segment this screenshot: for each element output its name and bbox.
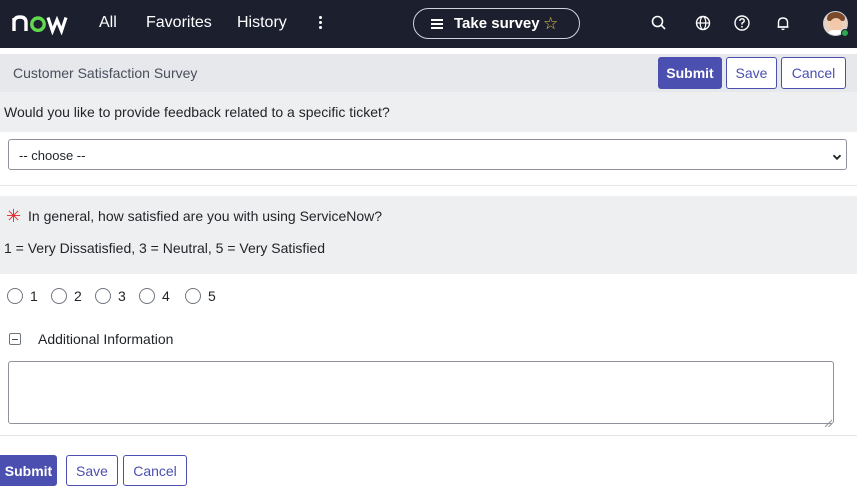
resize-handle-icon[interactable] xyxy=(824,414,833,428)
favorite-star-icon[interactable]: ☆ xyxy=(543,14,558,34)
radio-button[interactable] xyxy=(95,288,111,304)
save-button-top[interactable]: Save xyxy=(726,57,777,89)
collapse-icon[interactable] xyxy=(9,333,21,345)
help-icon[interactable] xyxy=(733,14,751,32)
question-ticket-feedback: Would you like to provide feedback relat… xyxy=(0,92,857,132)
submit-button-top[interactable]: Submit xyxy=(658,57,722,89)
question-text: In general, how satisfied are you with u… xyxy=(28,208,383,224)
list-icon xyxy=(431,19,443,29)
select-value: -- choose -- xyxy=(19,148,86,163)
divider xyxy=(0,435,857,436)
submit-button-bottom[interactable]: Submit xyxy=(0,455,57,486)
nav-all[interactable]: All xyxy=(99,14,117,32)
presence-status-icon xyxy=(841,29,849,37)
radio-label: 3 xyxy=(118,288,126,304)
required-icon: ✳ xyxy=(6,206,22,226)
top-navigation: All Favorites History Take survey ☆ xyxy=(0,0,857,48)
context-pill[interactable]: Take survey ☆ xyxy=(413,8,580,39)
more-menu-icon[interactable] xyxy=(312,14,328,34)
ticket-select[interactable]: -- choose -- xyxy=(8,139,847,170)
servicenow-logo[interactable] xyxy=(12,11,68,36)
survey-title: Customer Satisfaction Survey xyxy=(13,65,198,81)
radio-button[interactable] xyxy=(7,288,23,304)
context-title: Take survey xyxy=(454,15,540,32)
cancel-button-top[interactable]: Cancel xyxy=(781,57,846,89)
radio-button[interactable] xyxy=(51,288,67,304)
cancel-button-bottom[interactable]: Cancel xyxy=(123,455,187,486)
radio-button[interactable] xyxy=(139,288,155,304)
globe-icon[interactable] xyxy=(694,14,712,32)
save-button-bottom[interactable]: Save xyxy=(66,455,118,486)
bell-icon[interactable] xyxy=(774,14,792,32)
question-satisfaction: ✳ In general, how satisfied are you with… xyxy=(0,196,857,274)
scale-description: 1 = Very Dissatisfied, 3 = Neutral, 5 = … xyxy=(4,240,325,256)
radio-button[interactable] xyxy=(185,288,201,304)
radio-label: 4 xyxy=(162,288,170,304)
search-icon[interactable] xyxy=(650,14,668,32)
additional-info-label: Additional Information xyxy=(38,331,174,347)
radio-label: 2 xyxy=(74,288,82,304)
nav-history[interactable]: History xyxy=(237,14,287,32)
nav-favorites[interactable]: Favorites xyxy=(146,14,212,32)
radio-label: 1 xyxy=(30,288,38,304)
divider xyxy=(0,185,857,186)
chevron-down-icon xyxy=(832,149,842,161)
radio-label: 5 xyxy=(208,288,216,304)
additional-info-textarea[interactable] xyxy=(8,361,834,424)
question-text: Would you like to provide feedback relat… xyxy=(4,104,390,120)
